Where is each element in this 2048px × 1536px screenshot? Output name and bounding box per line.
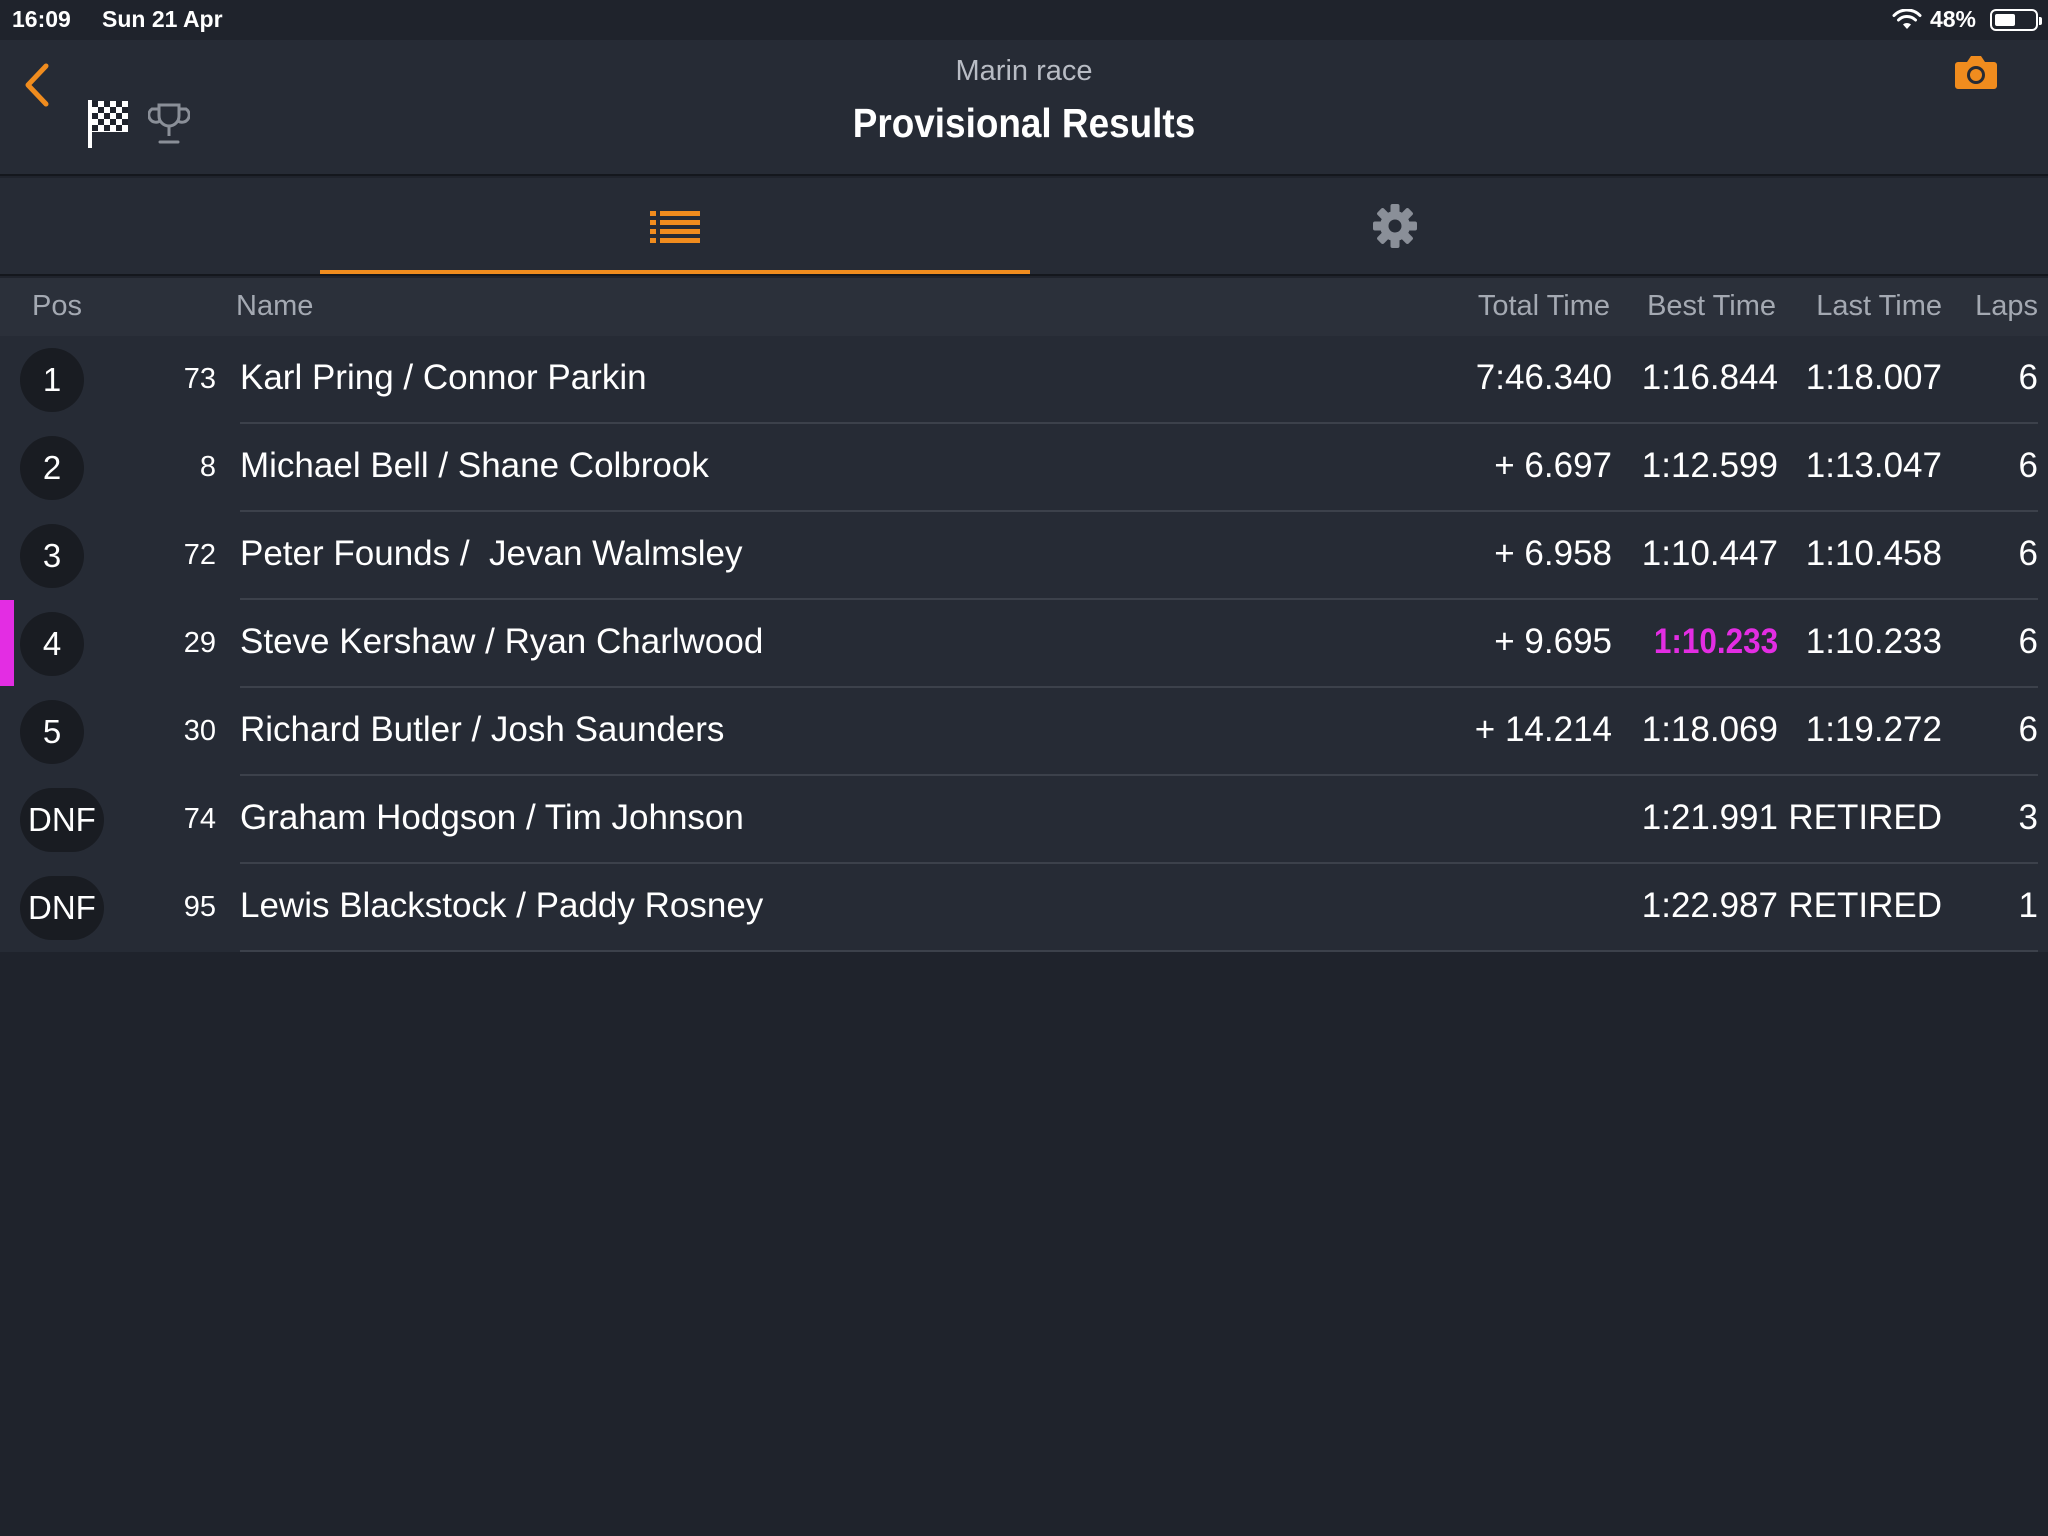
- driver-names: Steve Kershaw / Ryan Charlwood: [240, 622, 764, 661]
- battery-percent: 48%: [1929, 6, 1976, 32]
- header: Marin race Provisional Results: [0, 40, 2048, 176]
- laps: 6: [2018, 358, 2038, 397]
- header-total-time[interactable]: Total Time: [1478, 290, 1610, 323]
- camera-icon: [1955, 56, 1997, 89]
- status-date: Sun 21 Apr: [102, 6, 223, 32]
- car-number: 72: [183, 539, 216, 571]
- table-row[interactable]: DNF 95 Lewis Blackstock / Paddy Rosney 1…: [0, 864, 2048, 952]
- car-number: 95: [183, 891, 216, 923]
- driver-names: Lewis Blackstock / Paddy Rosney: [240, 886, 764, 925]
- position-badge: 1: [20, 348, 84, 412]
- position-badge: 5: [20, 700, 84, 764]
- driver-names: Richard Butler / Josh Saunders: [240, 710, 725, 749]
- laps: 6: [2018, 446, 2038, 485]
- results-table: 1 73 Karl Pring / Connor Parkin 7:46.340…: [0, 336, 2048, 952]
- last-time: RETIRED: [1788, 798, 1942, 837]
- battery-icon: [1990, 8, 2042, 31]
- last-time: RETIRED: [1788, 886, 1942, 925]
- last-time: 1:10.458: [1805, 534, 1942, 573]
- best-time: 1:12.599: [1641, 446, 1778, 485]
- driver-names: Karl Pring / Connor Parkin: [240, 358, 647, 397]
- best-time-fastest: 1:10.233: [1640, 622, 1778, 662]
- list-icon: [650, 211, 700, 243]
- driver-names: Michael Bell / Shane Colbrook: [240, 446, 709, 485]
- table-row[interactable]: DNF 74 Graham Hodgson / Tim Johnson 1:21…: [0, 776, 2048, 864]
- laps: 6: [2018, 622, 2038, 661]
- position-badge: DNF: [20, 876, 104, 940]
- race-name: Marin race: [955, 55, 1093, 87]
- best-time: 1:16.844: [1641, 358, 1778, 397]
- laps: 1: [2018, 886, 2038, 925]
- header-laps[interactable]: Laps: [1975, 290, 2038, 323]
- position-badge: DNF: [20, 788, 104, 852]
- laps: 6: [2018, 710, 2038, 749]
- last-time: 1:13.047: [1805, 446, 1942, 485]
- status-time: 16:09: [12, 6, 71, 32]
- last-time: 1:10.233: [1805, 622, 1942, 661]
- laps: 6: [2018, 534, 2038, 573]
- position-badge: 2: [20, 436, 84, 500]
- last-time: 1:18.007: [1805, 358, 1942, 397]
- driver-names: Peter Founds / Jevan Walmsley: [240, 534, 743, 573]
- page-title: Provisional Results: [852, 100, 1196, 146]
- status-bar: 16:09 Sun 21 Apr 48%: [0, 0, 2048, 40]
- header-last-time[interactable]: Last Time: [1816, 290, 1942, 323]
- active-tab-underline: [320, 270, 1030, 274]
- position-badge: 4: [20, 612, 84, 676]
- total-time: + 6.958: [1494, 534, 1612, 573]
- car-number: 73: [183, 363, 216, 395]
- position-badge: 3: [20, 524, 84, 588]
- last-time: 1:19.272: [1805, 710, 1942, 749]
- best-time: 1:18.069: [1641, 710, 1778, 749]
- camera-button[interactable]: [1954, 54, 1998, 95]
- car-number: 8: [199, 451, 216, 483]
- car-number: 74: [183, 803, 216, 835]
- best-time: 1:10.447: [1641, 534, 1778, 573]
- header-best-time[interactable]: Best Time: [1647, 290, 1776, 323]
- wifi-icon: [1892, 8, 1922, 29]
- car-number: 30: [183, 715, 216, 747]
- table-row[interactable]: 3 72 Peter Founds / Jevan Walmsley + 6.9…: [0, 512, 2048, 600]
- table-header: Pos Name Total Time Best Time Last Time …: [0, 278, 2048, 336]
- tab-settings[interactable]: [1040, 178, 1750, 274]
- table-row[interactable]: 5 30 Richard Butler / Josh Saunders + 14…: [0, 688, 2048, 776]
- table-row[interactable]: 2 8 Michael Bell / Shane Colbrook + 6.69…: [0, 424, 2048, 512]
- status-right: 48%: [1892, 6, 2042, 33]
- fastest-lap-marker: [0, 600, 14, 686]
- row-divider: [240, 950, 2038, 952]
- total-time: 7:46.340: [1475, 358, 1612, 397]
- table-row[interactable]: 4 29 Steve Kershaw / Ryan Charlwood + 9.…: [0, 600, 2048, 688]
- fastest-lap-time: 1:10.233: [1653, 622, 1778, 661]
- tab-bar: [0, 178, 2048, 276]
- laps: 3: [2018, 798, 2038, 837]
- gear-icon: [1373, 204, 1417, 248]
- best-time: 1:21.991: [1641, 798, 1778, 837]
- car-number: 29: [183, 627, 216, 659]
- table-row[interactable]: 1 73 Karl Pring / Connor Parkin 7:46.340…: [0, 336, 2048, 424]
- header-pos[interactable]: Pos: [32, 290, 82, 323]
- total-time: + 6.697: [1494, 446, 1612, 485]
- tab-results[interactable]: [320, 178, 1030, 274]
- total-time: + 14.214: [1474, 710, 1612, 749]
- best-time: 1:22.987: [1641, 886, 1778, 925]
- header-name[interactable]: Name: [236, 290, 313, 323]
- total-time: + 9.695: [1494, 622, 1612, 661]
- driver-names: Graham Hodgson / Tim Johnson: [240, 798, 744, 837]
